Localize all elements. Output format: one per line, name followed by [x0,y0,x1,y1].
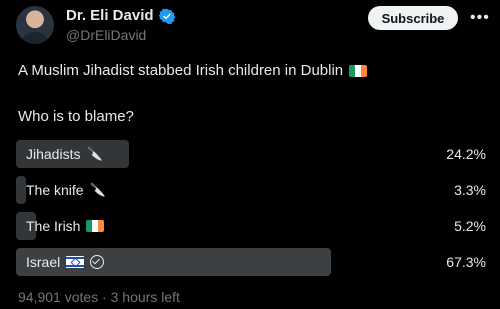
poll-question: Who is to blame? [18,108,134,125]
author-name-row[interactable]: Dr. Eli David [66,7,175,24]
poll-percent: 67.3% [446,254,486,270]
subscribe-button[interactable]: Subscribe [368,6,458,30]
tweet-text-content: A Muslim Jihadist stabbed Irish children… [18,62,344,79]
poll-percent: 5.2% [454,218,486,234]
poll-percent: 24.2% [446,146,486,162]
poll-percent: 3.3% [454,182,486,198]
poll-bar [16,176,26,204]
irish-flag-icon [86,220,105,232]
check-circle-icon [90,255,105,269]
poll-option-the-irish[interactable]: The Irish 5.2% [16,212,488,240]
poll-option-text: Israel [26,254,61,270]
knife-icon: 🔪 [89,182,106,198]
verified-badge-icon [158,8,175,24]
tweet-text: A Muslim Jihadist stabbed Irish children… [18,62,368,79]
poll-option-label: Israel [26,254,105,270]
poll-option-israel[interactable]: Israel 67.3% [16,248,488,276]
irish-flag-icon [349,64,368,77]
poll-option-label: The knife 🔪 [26,182,106,198]
author-name[interactable]: Dr. Eli David [66,7,154,24]
poll-option-text: The Irish [26,218,81,234]
poll-option-the-knife[interactable]: The knife 🔪 3.3% [16,176,488,204]
poll: Jihadists 🔪 24.2% The knife 🔪 3.3% The I… [16,140,488,284]
poll-option-text: Jihadists [26,146,81,162]
poll-option-jihadists[interactable]: Jihadists 🔪 24.2% [16,140,488,168]
poll-footer: 94,901 votes · 3 hours left [18,289,180,305]
poll-option-text: The knife [26,182,84,198]
author-handle[interactable]: @DrEliDavid [66,27,146,43]
avatar[interactable] [16,6,54,44]
more-options-icon[interactable]: ••• [470,9,490,27]
knife-icon: 🔪 [86,146,103,162]
poll-option-label: Jihadists 🔪 [26,146,103,162]
israel-flag-icon [66,256,85,268]
poll-option-label: The Irish [26,218,105,234]
